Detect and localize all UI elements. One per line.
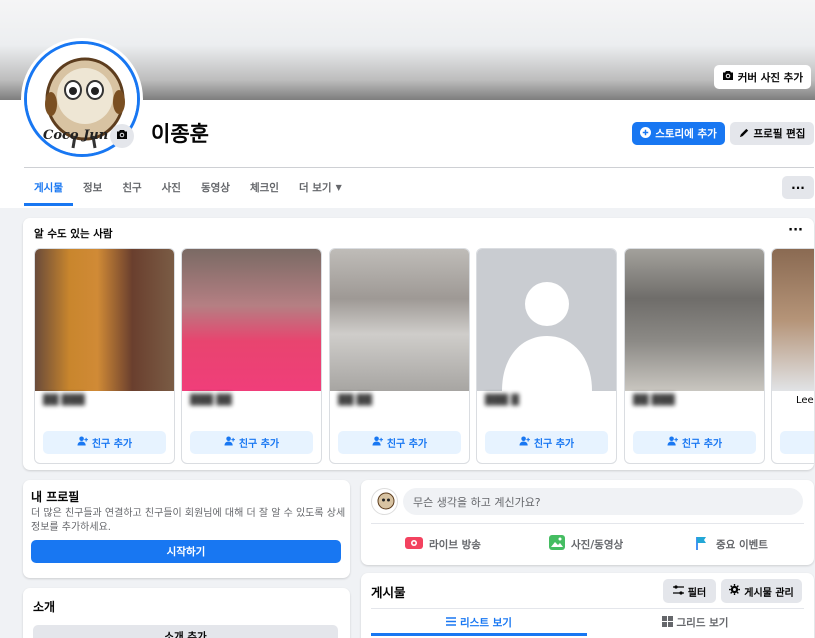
tab-checkins[interactable]: 체크인 [240, 168, 289, 206]
posts-divider [371, 608, 804, 609]
filter-label: 필터 [687, 587, 707, 599]
edit-profile-label: 프로필 편집 [753, 128, 806, 140]
pymk-card[interactable]: Lee 친구 추가 [771, 248, 814, 464]
filter-button[interactable]: 필터 [663, 579, 716, 603]
add-friend-label: 친구 추가 [91, 439, 133, 450]
pymk-photo[interactable] [477, 249, 616, 391]
profile-tabs: 게시물 정보 친구 사진 동영상 체크인 더 보기 ▼ [24, 168, 352, 206]
photo-video-icon [549, 535, 565, 553]
manage-posts-label: 게시물 관리 [744, 587, 794, 599]
photo-video-label: 사진/동영상 [571, 538, 624, 551]
my-profile-description: 더 많은 친구들과 연결하고 친구들이 회원님에 대해 더 잘 알 수 있도록 … [31, 508, 346, 533]
tab-photos[interactable]: 사진 [152, 168, 191, 206]
add-bio-button[interactable]: 소개 추가 [33, 625, 338, 638]
add-cover-photo-label: 커버 사진 추가 [737, 71, 803, 84]
tab-more[interactable]: 더 보기 ▼ [289, 168, 352, 206]
pymk-name[interactable]: ██ ███ [633, 395, 675, 406]
my-profile-title: 내 프로필 [31, 490, 80, 504]
add-to-story-label: 스토리에 추가 [655, 128, 717, 140]
grid-icon [661, 615, 673, 630]
pymk-card[interactable]: ██ ███ 친구 추가 [34, 248, 175, 464]
add-friend-icon [667, 436, 678, 449]
add-to-story-button[interactable]: 스토리에 추가 [632, 122, 725, 145]
caret-down-icon: ▼ [335, 182, 342, 192]
photo-video-button[interactable]: 사진/동영상 [549, 531, 623, 557]
pymk-card[interactable]: ██ ██ 친구 추가 [329, 248, 470, 464]
tab-more-label: 더 보기 [298, 181, 332, 194]
live-video-button[interactable]: 라이브 방송 [405, 531, 481, 557]
live-video-icon [405, 536, 423, 553]
tab-videos[interactable]: 동영상 [191, 168, 240, 206]
camera-icon [116, 129, 128, 143]
composer-divider [371, 523, 804, 524]
add-friend-button[interactable]: 친구 추가 [190, 431, 313, 454]
pymk-name[interactable]: ██ ██ [338, 395, 372, 406]
get-started-button[interactable]: 시작하기 [31, 540, 341, 563]
add-friend-label: 친구 추가 [681, 439, 723, 450]
add-friend-icon [77, 436, 88, 449]
pymk-card[interactable]: ███ █ 친구 추가 [476, 248, 617, 464]
pencil-icon [739, 127, 750, 141]
posts-panel: 게시물 필터 게시물 관리 리스트 보기 그리드 보기 [361, 573, 814, 638]
add-friend-icon [519, 436, 530, 449]
tab-about[interactable]: 정보 [73, 168, 112, 206]
manage-posts-button[interactable]: 게시물 관리 [721, 579, 802, 603]
composer-avatar[interactable] [371, 488, 398, 515]
whats-on-your-mind-input[interactable]: 무슨 생각을 하고 계신가요? [403, 488, 803, 515]
update-avatar-button[interactable] [110, 124, 134, 148]
add-friend-button[interactable]: 친구 추가 [780, 431, 814, 454]
pymk-photo[interactable] [330, 249, 469, 391]
my-profile-panel: 내 프로필 더 많은 친구들과 연결하고 친구들이 회원님에 대해 더 잘 알 … [23, 480, 350, 578]
pymk-options-button[interactable]: ··· [788, 223, 803, 238]
pymk-name[interactable]: Lee [796, 395, 814, 406]
gear-icon [729, 584, 741, 598]
profile-more-options-button[interactable]: ··· [782, 176, 814, 199]
avatar-signature: Coco Jun [43, 128, 109, 143]
pymk-card[interactable]: ██ ███ 친구 추가 [624, 248, 765, 464]
pymk-name[interactable]: ███ █ [485, 395, 519, 406]
flag-icon [695, 536, 710, 553]
list-view-tab[interactable]: 리스트 보기 [371, 610, 587, 636]
edit-profile-button[interactable]: 프로필 편집 [730, 122, 814, 145]
add-cover-photo-button[interactable]: 커버 사진 추가 [713, 65, 811, 89]
add-friend-icon [372, 436, 383, 449]
add-friend-button[interactable]: 친구 추가 [338, 431, 461, 454]
list-view-label: 리스트 보기 [460, 617, 512, 629]
pymk-name[interactable]: ██ ███ [43, 395, 85, 406]
live-video-label: 라이브 방송 [429, 538, 481, 551]
plus-circle-icon [640, 126, 652, 141]
pymk-photo[interactable] [625, 249, 764, 391]
add-friend-label: 친구 추가 [533, 439, 575, 450]
add-friend-label: 친구 추가 [238, 439, 280, 450]
pymk-name[interactable]: ███ ██ [190, 395, 232, 406]
composer-avatar-illustration [377, 492, 395, 510]
camera-icon [722, 70, 734, 84]
filter-icon [672, 584, 684, 598]
add-friend-button[interactable]: 친구 추가 [633, 431, 756, 454]
pymk-photo[interactable] [182, 249, 321, 391]
tab-posts[interactable]: 게시물 [24, 168, 73, 206]
add-friend-icon [224, 436, 235, 449]
pymk-card[interactable]: ███ ██ 친구 추가 [181, 248, 322, 464]
pymk-title: 알 수도 있는 사람 [34, 228, 113, 240]
grid-view-label: 그리드 보기 [676, 617, 729, 629]
add-friend-label: 친구 추가 [386, 439, 428, 450]
post-composer: 무슨 생각을 하고 계신가요? 라이브 방송 사진/동영상 중요 이벤트 [361, 480, 814, 565]
add-friend-button[interactable]: 친구 추가 [43, 431, 166, 454]
default-avatar-silhouette [502, 282, 592, 391]
intro-title: 소개 [33, 600, 56, 614]
intro-panel: 소개 소개 추가 [23, 588, 350, 638]
grid-view-tab[interactable]: 그리드 보기 [587, 610, 803, 635]
people-you-may-know: 알 수도 있는 사람 ··· ██ ███ 친구 추가 ███ ██ 친구 추가… [23, 218, 814, 470]
pymk-photo[interactable] [772, 249, 814, 391]
posts-title: 게시물 [371, 585, 406, 600]
life-event-label: 중요 이벤트 [716, 538, 768, 551]
profile-name: 이종훈 [151, 122, 209, 146]
add-friend-button[interactable]: 친구 추가 [485, 431, 608, 454]
pymk-photo[interactable] [35, 249, 174, 391]
tab-friends[interactable]: 친구 [112, 168, 151, 206]
life-event-button[interactable]: 중요 이벤트 [695, 531, 768, 557]
list-icon [446, 616, 457, 629]
